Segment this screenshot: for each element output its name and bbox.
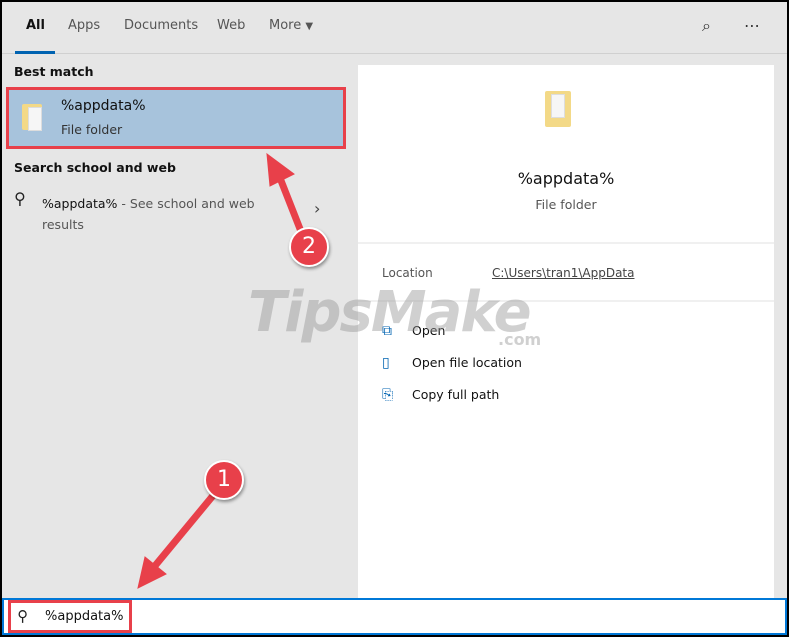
arrow-2-shaft: [276, 176, 306, 236]
start-search-window: All Apps Documents Web More ▼ ⌕ ⋯ Best m…: [2, 2, 787, 635]
arrow-1-shaft: [151, 489, 219, 570]
annotation-arrows: [137, 152, 306, 589]
step-1-badge: 1: [204, 460, 244, 500]
step-2-badge: 2: [289, 227, 329, 267]
arrow-2-head: [266, 152, 295, 187]
